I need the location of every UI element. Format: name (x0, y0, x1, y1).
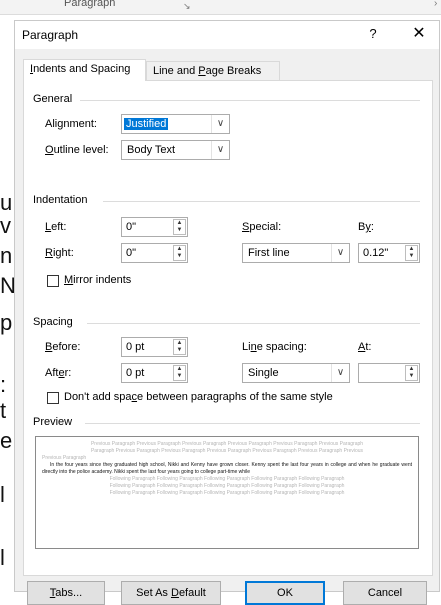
section-heading-indentation: Indentation (33, 194, 88, 206)
mirror-indents-checkbox[interactable] (47, 275, 59, 287)
left-indent-label: Left: (45, 221, 67, 233)
outline-level-value: Body Text (127, 144, 176, 156)
right-indent-spinner[interactable]: 0" ▲ ▼ (121, 243, 188, 263)
special-label: Special: (242, 221, 282, 233)
document-text-fragment: : (0, 372, 7, 397)
section-divider (103, 201, 420, 202)
ribbon-edge-glyph: › (434, 0, 438, 9)
chevron-down-icon[interactable]: ∨ (331, 364, 349, 382)
close-button[interactable]: ✕ (407, 23, 431, 45)
alignment-select[interactable]: Justified ∨ (121, 114, 230, 134)
spin-arrows-icon[interactable]: ▲ ▼ (405, 245, 418, 261)
preview-following-line: Following Paragraph Following Paragraph … (109, 490, 345, 496)
left-indent-value: 0" (126, 221, 137, 233)
tab-line-and-page-breaks[interactable]: Line and Page Breaks (146, 61, 280, 81)
before-value: 0 pt (126, 341, 145, 353)
left-indent-spinner[interactable]: 0" ▲ ▼ (121, 217, 188, 237)
dialog-title: Paragraph (22, 28, 79, 42)
line-spacing-label: Line spacing: (242, 341, 307, 353)
paragraph-dialog: Paragraph ? ✕ Indents and Spacing Line a… (14, 20, 440, 605)
by-value: 0.12" (363, 247, 389, 259)
outline-level-label: Outline level: (45, 144, 109, 156)
section-heading-preview: Preview (33, 416, 73, 428)
section-heading-spacing: Spacing (33, 316, 73, 328)
document-text-fragment: p (0, 310, 13, 335)
preview-previous-line: Previous Paragraph Previous Paragraph Pr… (90, 441, 364, 447)
ribbon-group-label: Paragraph (64, 0, 116, 9)
document-text-fragment: t (0, 398, 7, 423)
help-button[interactable]: ? (363, 26, 383, 44)
at-label: At: (358, 341, 372, 353)
by-spinner[interactable]: 0.12" ▲ ▼ (358, 243, 420, 263)
dialog-titlebar[interactable]: Paragraph ? ✕ (15, 21, 439, 49)
spin-arrows-icon[interactable]: ▲ ▼ (173, 245, 186, 261)
document-text-fragment: l (0, 482, 5, 507)
preview-following-line: Following Paragraph Following Paragraph … (109, 483, 345, 489)
document-text-fragment: n (0, 243, 13, 268)
preview-following-line: Following Paragraph Following Paragraph … (109, 476, 345, 482)
dont-add-space-label[interactable]: Don't add space between paragraphs of th… (64, 391, 333, 403)
spin-arrows-icon[interactable]: ▲ ▼ (173, 339, 186, 355)
spin-arrows-icon[interactable]: ▲ ▼ (173, 219, 186, 235)
line-spacing-select[interactable]: Single ∨ (242, 363, 350, 383)
tab-indents-and-spacing[interactable]: Indents and Spacing (23, 59, 146, 81)
chevron-down-icon[interactable]: ∨ (211, 141, 229, 159)
after-value: 0 pt (126, 367, 145, 379)
outline-level-select[interactable]: Body Text ∨ (121, 140, 230, 160)
preview-previous-line: Previous Paragraph (42, 455, 87, 461)
special-value: First line (248, 247, 290, 259)
mirror-indents-label[interactable]: Mirror indents (64, 274, 131, 286)
paragraph-preview: Previous Paragraph Previous Paragraph Pr… (35, 436, 419, 549)
preview-sample-text: In the four years since they graduated h… (42, 462, 412, 475)
section-divider (80, 100, 420, 101)
alignment-label: Alignment: (45, 118, 97, 130)
ok-button[interactable]: OK (245, 581, 325, 605)
before-label: Before: (45, 341, 81, 353)
chevron-down-icon[interactable]: ∨ (211, 115, 229, 133)
section-heading-general: General (33, 93, 73, 105)
at-spinner[interactable]: ▲ ▼ (358, 363, 420, 383)
alignment-value: Justified (124, 118, 169, 130)
chevron-down-icon[interactable]: ∨ (331, 244, 349, 262)
right-indent-value: 0" (126, 247, 137, 259)
preview-previous-line: Paragraph Previous Paragraph Previous Pa… (90, 448, 364, 454)
section-divider (85, 423, 420, 424)
by-label: By: (358, 221, 374, 233)
dialog-launcher-icon[interactable]: ↘ (183, 1, 191, 12)
after-spinner[interactable]: 0 pt ▲ ▼ (121, 363, 188, 383)
spin-arrows-icon[interactable]: ▲ ▼ (173, 365, 186, 381)
tabs-button[interactable]: Tabs... (27, 581, 105, 605)
dont-add-space-checkbox[interactable] (47, 392, 59, 404)
document-text-fragment: e (0, 428, 13, 453)
section-divider (87, 323, 420, 324)
spin-arrows-icon[interactable]: ▲ ▼ (405, 365, 418, 381)
special-select[interactable]: First line ∨ (242, 243, 350, 263)
before-spinner[interactable]: 0 pt ▲ ▼ (121, 337, 188, 357)
right-indent-label: Right: (45, 247, 74, 259)
cancel-button[interactable]: Cancel (343, 581, 427, 605)
document-text-fragment: l (0, 545, 5, 570)
set-as-default-button[interactable]: Set As Default (121, 581, 221, 605)
document-text-fragment: v (0, 213, 11, 238)
line-spacing-value: Single (248, 367, 279, 379)
after-label: After: (45, 367, 72, 379)
